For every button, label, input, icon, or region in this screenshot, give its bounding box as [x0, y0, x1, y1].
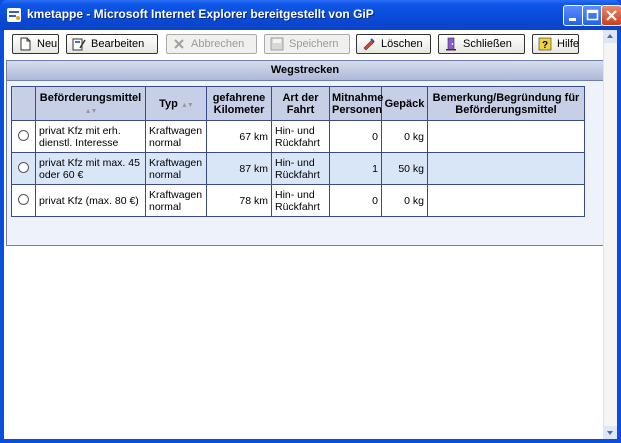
header-mittel[interactable]: Beförderungsmittel ▲▼	[35, 86, 146, 121]
table-header-row: Beförderungsmittel ▲▼ Typ ▲▼ gefahrene K…	[11, 86, 585, 121]
close-button[interactable]	[601, 5, 621, 26]
maximize-icon	[586, 9, 599, 21]
sort-arrows-icon[interactable]: ▲▼	[181, 102, 194, 109]
minimize-button[interactable]	[563, 5, 584, 26]
title-bar: kmetappe - Microsoft Internet Explorer b…	[0, 0, 621, 30]
header-typ[interactable]: Typ ▲▼	[145, 86, 207, 121]
toolbar: Neu Bearbeiten Abbrechen Speichern Lösch…	[4, 30, 604, 56]
cancel-icon	[174, 39, 184, 49]
help-button[interactable]: ? Hilfe	[532, 34, 579, 54]
maximize-button[interactable]	[582, 5, 603, 26]
header-select	[11, 86, 36, 121]
routes-table: Beförderungsmittel ▲▼ Typ ▲▼ gefahrene K…	[11, 86, 585, 217]
exit-icon	[446, 37, 456, 51]
browser-window: kmetappe - Microsoft Internet Explorer b…	[0, 0, 621, 443]
close-icon	[606, 10, 617, 21]
close-page-button[interactable]: Schließen	[438, 34, 525, 54]
table-row[interactable]: privat Kfz (max. 80 €) Kraftwagen normal…	[11, 184, 585, 217]
minimize-icon	[569, 18, 576, 21]
scroll-up-button[interactable]	[604, 30, 617, 43]
radio-icon[interactable]	[18, 193, 29, 205]
header-bemerkung: Bemerkung/Begründung für Beförderungsmit…	[427, 86, 585, 121]
vertical-scrollbar[interactable]	[603, 30, 617, 439]
header-gepaeck: Gepäck	[381, 86, 428, 121]
page-content: Neu Bearbeiten Abbrechen Speichern Lösch…	[4, 30, 617, 439]
save-icon	[270, 37, 284, 51]
header-personen: Mitnahme Personen	[329, 86, 383, 121]
new-document-icon	[20, 37, 31, 51]
new-button[interactable]: Neu	[12, 34, 59, 54]
table-row[interactable]: privat Kfz mit erh. dienstl. Interesse K…	[11, 120, 585, 153]
delete-icon	[363, 38, 375, 51]
help-icon: ?	[538, 37, 552, 51]
radio-icon[interactable]	[18, 129, 29, 141]
window-title: kmetappe - Microsoft Internet Explorer b…	[27, 7, 374, 21]
edit-icon	[72, 38, 86, 51]
cancel-button[interactable]: Abbrechen	[166, 34, 257, 54]
scroll-down-button[interactable]	[604, 426, 617, 439]
delete-button[interactable]: Löschen	[356, 34, 431, 54]
ie-icon	[7, 8, 21, 22]
panel-title: Wegstrecken	[7, 61, 603, 81]
table-row[interactable]: privat Kfz mit max. 45 oder 60 € Kraftwa…	[11, 152, 585, 185]
radio-icon[interactable]	[18, 161, 29, 173]
sort-arrows-icon[interactable]: ▲▼	[85, 108, 98, 115]
routes-panel: Wegstrecken Beförderungsmittel ▲▼ Typ ▲▼…	[6, 60, 604, 246]
edit-button[interactable]: Bearbeiten	[66, 34, 158, 54]
header-km: gefahrene Kilometer	[206, 86, 272, 121]
save-button[interactable]: Speichern	[264, 34, 350, 54]
svg-text:?: ?	[542, 40, 548, 51]
header-art: Art der Fahrt	[271, 86, 330, 121]
